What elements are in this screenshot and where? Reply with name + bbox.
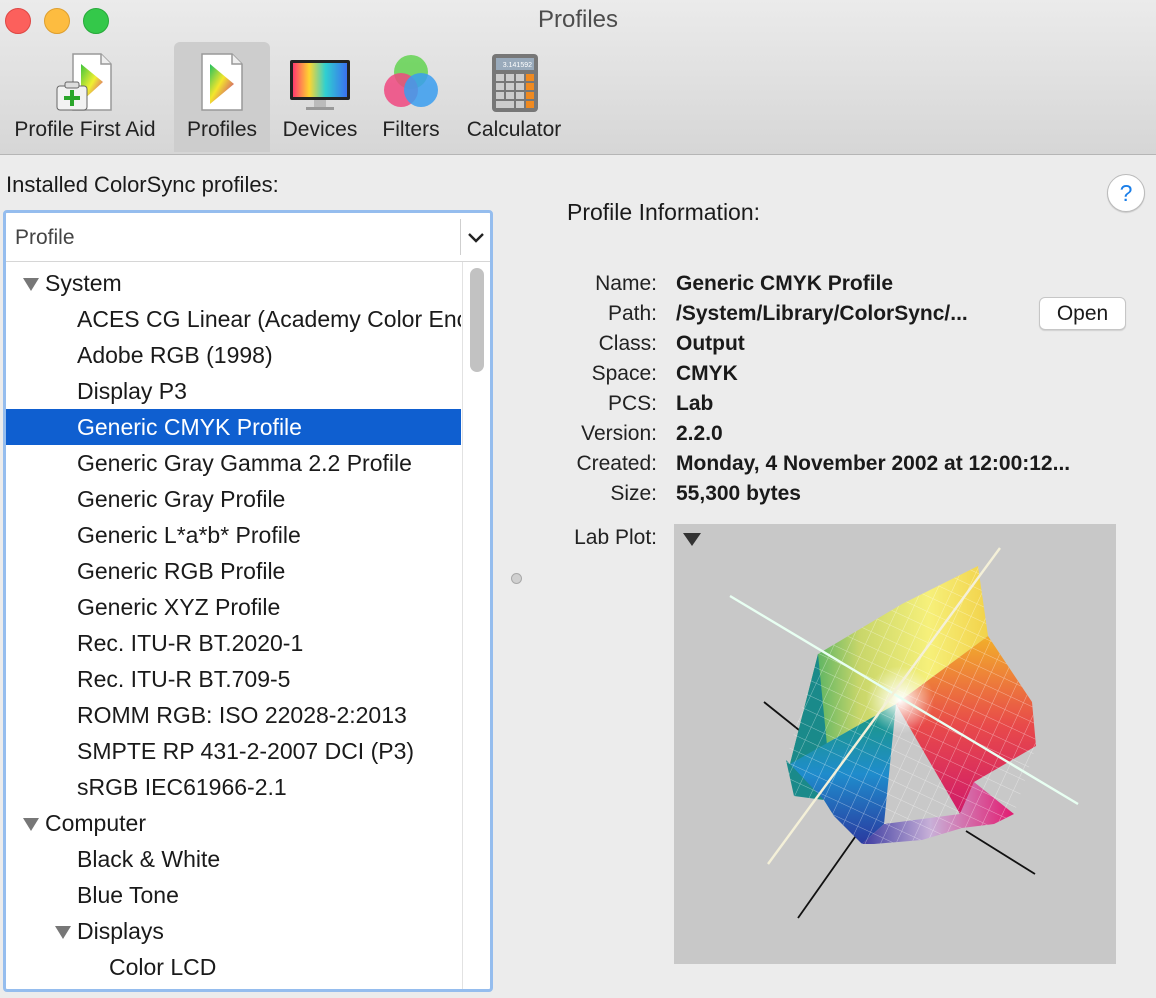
profile-row-label: Rec. ITU-R BT.2020-1	[77, 630, 304, 656]
info-field-value: 55,300 bytes	[676, 482, 801, 505]
installed-profiles-heading: Installed ColorSync profiles:	[6, 172, 279, 197]
info-field-value: 2.2.0	[676, 422, 723, 445]
profile-row[interactable]: Generic Gray Profile	[6, 481, 461, 517]
profile-first-aid-icon	[56, 53, 112, 111]
open-button[interactable]: Open	[1039, 297, 1126, 330]
tree-group-row[interactable]: Displays	[6, 913, 461, 949]
profile-row[interactable]: Color LCD	[6, 949, 461, 985]
lab-gamut-3d-view	[729, 547, 1079, 919]
toolbar-calculator[interactable]: 3.141592 Calculator	[456, 42, 572, 152]
profile-row-label: sRGB IEC61966-2.1	[77, 774, 287, 800]
header-divider	[460, 219, 461, 255]
profile-row-label: Computer	[45, 810, 146, 836]
scrollbar-thumb[interactable]	[470, 268, 484, 372]
chevron-down-icon[interactable]	[464, 223, 488, 251]
profile-list-header[interactable]: Profile	[6, 213, 490, 262]
info-field-label: Version:	[581, 422, 657, 445]
column-divider	[462, 262, 463, 989]
info-field-value: Lab	[676, 392, 714, 415]
window-toolbar: Profiles Profile First Aid Profiles Devi…	[0, 0, 1156, 155]
profile-row[interactable]: Generic Gray Gamma 2.2 Profile	[6, 445, 461, 481]
info-field-value: Generic CMYK Profile	[676, 272, 894, 295]
toolbar-profiles[interactable]: Profiles	[174, 42, 270, 152]
info-field-value: Output	[676, 332, 745, 355]
profile-row-label: Generic CMYK Profile	[77, 414, 302, 440]
filters-icon	[384, 55, 438, 107]
disclosure-triangle-icon[interactable]	[23, 278, 39, 291]
window-title: Profiles	[537, 6, 619, 33]
profile-list[interactable]: Profile System ACES CG Linear (Academy Co…	[3, 210, 493, 992]
profile-row-label: Rec. ITU-R BT.709-5	[77, 666, 291, 692]
profile-row[interactable]: Generic CMYK Profile	[6, 409, 461, 445]
column-header-profile: Profile	[15, 226, 75, 249]
profile-row[interactable]: Black & White	[6, 841, 461, 877]
help-button[interactable]: ?	[1107, 174, 1145, 212]
toolbar-label: Calculator	[466, 118, 562, 141]
calculator-icon: 3.141592	[492, 54, 538, 112]
toolbar-label: Devices	[282, 118, 358, 141]
toolbar-label: Profiles	[186, 118, 258, 141]
info-field-label: Name:	[595, 272, 657, 295]
info-field-value: /System/Library/ColorSync/...	[676, 302, 968, 325]
profile-row[interactable]: Blue Tone	[6, 877, 461, 913]
info-field-label: Space:	[591, 362, 657, 385]
calculator-display: 3.141592	[503, 62, 532, 69]
info-field-value: Monday, 4 November 2002 at 12:00:12...	[676, 452, 1071, 475]
tree-group-row[interactable]: Computer	[6, 805, 461, 841]
lab-plot-label: Lab Plot:	[574, 526, 657, 549]
toolbar-profile-first-aid[interactable]: Profile First Aid	[0, 42, 170, 152]
tree-group-row[interactable]: System	[6, 265, 461, 301]
toolbar-label: Profile First Aid	[14, 118, 156, 141]
profile-row-label: Generic Gray Profile	[77, 486, 286, 512]
profile-row-label: SMPTE RP 431-2-2007 DCI (P3)	[77, 738, 415, 764]
split-view-handle[interactable]	[511, 573, 522, 584]
toolbar-devices[interactable]: Devices	[274, 42, 366, 152]
profile-row[interactable]: SMPTE RP 431-2-2007 DCI (P3)	[6, 733, 461, 769]
profile-row-label: System	[45, 270, 122, 296]
profile-row-label: Generic XYZ Profile	[77, 594, 281, 620]
profile-row[interactable]: ROMM RGB: ISO 22028-2:2013	[6, 697, 461, 733]
info-field-label: Size:	[610, 482, 657, 505]
profile-row-label: Black & White	[77, 846, 221, 872]
lab-plot[interactable]	[674, 524, 1116, 964]
profiles-icon	[201, 53, 243, 111]
profile-row-label: Generic L*a*b* Profile	[77, 522, 301, 548]
disclosure-triangle-icon[interactable]	[55, 926, 71, 939]
devices-icon	[290, 60, 350, 110]
profile-row-label: Color LCD	[109, 954, 217, 980]
profile-row[interactable]: ACES CG Linear (Academy Color Encoding S…	[6, 301, 461, 337]
profile-row-label: Generic Gray Gamma 2.2 Profile	[77, 450, 412, 476]
profile-row[interactable]: Adobe RGB (1998)	[6, 337, 461, 373]
disclosure-triangle-icon[interactable]	[23, 818, 39, 831]
profile-row[interactable]: Rec. ITU-R BT.709-5	[6, 661, 461, 697]
profile-row-label: Generic RGB Profile	[77, 558, 286, 584]
profile-row[interactable]: Generic L*a*b* Profile	[6, 517, 461, 553]
profile-row[interactable]: Generic RGB Profile	[6, 553, 461, 589]
profile-row[interactable]: sRGB IEC61966-2.1	[6, 769, 461, 805]
toolbar-label: Filters	[382, 118, 440, 141]
profile-row-label: ACES CG Linear (Academy Color Encoding S…	[77, 306, 461, 332]
profile-information-heading: Profile Information:	[567, 199, 761, 225]
info-field-value: CMYK	[676, 362, 738, 385]
profile-row-label: Display P3	[77, 378, 187, 404]
profile-row[interactable]: Display P3	[6, 373, 461, 409]
info-field-label: Class:	[598, 332, 657, 355]
profile-row-label: Blue Tone	[77, 882, 179, 908]
profile-row-label: Adobe RGB (1998)	[77, 342, 273, 368]
info-field-label: PCS:	[607, 392, 657, 415]
profile-row-label: Displays	[77, 918, 164, 944]
profile-row-label: ROMM RGB: ISO 22028-2:2013	[77, 702, 407, 728]
info-field-label: Created:	[576, 452, 657, 475]
toolbar-filters[interactable]: Filters	[372, 42, 450, 152]
profile-rows: System ACES CG Linear (Academy Color Enco…	[6, 265, 461, 985]
profile-row[interactable]: Generic XYZ Profile	[6, 589, 461, 625]
profile-row[interactable]: Rec. ITU-R BT.2020-1	[6, 625, 461, 661]
info-field-label: Path:	[607, 302, 657, 325]
